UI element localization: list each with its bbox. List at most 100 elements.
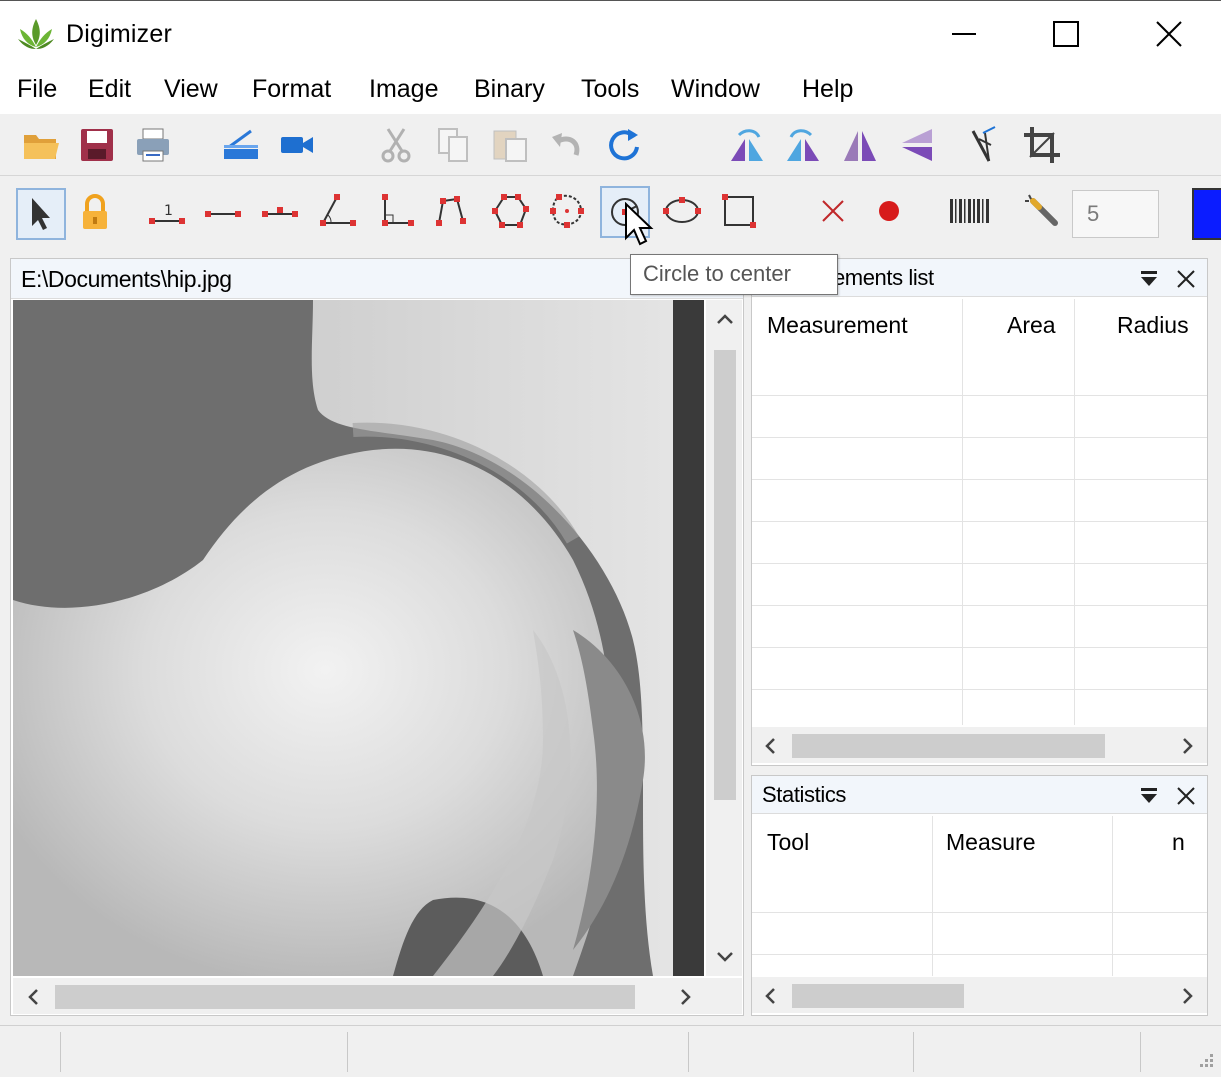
grid-divider — [962, 299, 963, 725]
resize-grip-icon[interactable] — [1196, 1052, 1216, 1072]
scroll-left-arrow-icon[interactable] — [21, 985, 45, 1009]
statistics-horizontal-scrollbar[interactable] — [752, 977, 1207, 1013]
undo-icon[interactable] — [543, 122, 589, 168]
image-window: E:\Documents\hip.jpg — [10, 258, 744, 1016]
line-width-input[interactable]: 5 — [1072, 190, 1159, 238]
status-cell — [913, 1032, 914, 1072]
maximize-icon — [1053, 21, 1079, 47]
menu-window[interactable]: Window — [669, 75, 762, 104]
close-icon — [1156, 21, 1182, 47]
measurements-horizontal-scrollbar[interactable] — [752, 727, 1207, 763]
grid-row-line — [752, 689, 1207, 690]
column-header-measurement[interactable]: Measurement — [767, 312, 908, 339]
horizontal-scroll-thumb[interactable] — [55, 985, 635, 1009]
column-header-area[interactable]: Area — [1007, 312, 1056, 339]
ellipse-icon[interactable] — [659, 188, 705, 234]
menu-help[interactable]: Help — [800, 75, 855, 104]
grid-row-line — [752, 395, 1207, 396]
menu-tools[interactable]: Tools — [579, 75, 641, 104]
panel-menu-dropdown-icon[interactable] — [1135, 782, 1163, 810]
panel-close-icon[interactable] — [1172, 265, 1200, 293]
panel-close-icon[interactable] — [1172, 782, 1200, 810]
scroll-right-arrow-icon[interactable] — [1176, 984, 1200, 1008]
polyline-icon[interactable] — [428, 188, 474, 234]
rotate-right-icon[interactable] — [780, 122, 826, 168]
grid-row-line — [752, 521, 1207, 522]
point-icon[interactable] — [866, 188, 912, 234]
lock-icon[interactable] — [72, 190, 118, 236]
menu-format[interactable]: Format — [250, 75, 333, 104]
multi-segment-line-icon[interactable] — [257, 190, 303, 236]
menu-file[interactable]: File — [15, 75, 59, 104]
grid-row-line — [752, 647, 1207, 648]
save-icon[interactable] — [74, 122, 120, 168]
status-cell — [60, 1032, 61, 1072]
hip-xray-picture — [13, 300, 704, 976]
grid-row-line — [752, 479, 1207, 480]
column-header-tool[interactable]: Tool — [767, 829, 809, 856]
calibrate-icon[interactable] — [962, 122, 1008, 168]
grid-divider — [1112, 816, 1113, 976]
print-icon[interactable] — [130, 122, 176, 168]
closed-curve-icon[interactable] — [544, 188, 590, 234]
grid-row-line — [752, 563, 1207, 564]
right-angle-icon[interactable] — [372, 188, 418, 234]
angle-icon[interactable] — [314, 188, 360, 234]
flip-vertical-icon[interactable] — [893, 122, 939, 168]
close-window-button[interactable] — [1117, 1, 1221, 67]
marker-color-swatch[interactable] — [1192, 188, 1221, 240]
menu-image[interactable]: Image — [367, 75, 440, 104]
polygon-icon[interactable] — [487, 188, 533, 234]
cut-icon[interactable] — [373, 122, 419, 168]
menu-bar: File Edit View Format Image Binary Tools… — [0, 66, 1221, 114]
menu-binary[interactable]: Binary — [472, 75, 547, 104]
status-cell — [1140, 1032, 1141, 1072]
rectangle-icon[interactable] — [716, 188, 762, 234]
horizontal-scroll-thumb[interactable] — [792, 984, 964, 1008]
panel-menu-dropdown-icon[interactable] — [1135, 265, 1163, 293]
scanner-icon[interactable] — [218, 122, 264, 168]
rotate-left-icon[interactable] — [724, 122, 770, 168]
measurement-toolbar: 1 — [0, 180, 1221, 252]
flip-horizontal-icon[interactable] — [837, 122, 883, 168]
grid-divider — [1074, 299, 1075, 725]
column-header-radius[interactable]: Radius — [1117, 312, 1189, 339]
barcode-icon[interactable] — [946, 188, 992, 234]
app-logo-icon — [18, 19, 54, 49]
wand-icon[interactable] — [1020, 188, 1066, 234]
minimize-icon — [952, 33, 976, 35]
delete-marker-icon[interactable] — [810, 188, 856, 234]
copy-icon[interactable] — [430, 122, 476, 168]
column-header-n[interactable]: n — [1172, 829, 1185, 856]
status-bar — [0, 1025, 1221, 1077]
statistics-panel: Statistics Tool Measure n — [751, 775, 1208, 1016]
column-header-measure[interactable]: Measure — [946, 829, 1035, 856]
grid-row-line — [752, 954, 1207, 955]
marker-length-icon[interactable]: 1 — [144, 190, 190, 236]
line-icon[interactable] — [200, 190, 246, 236]
grid-row-line — [752, 605, 1207, 606]
maximize-button[interactable] — [1014, 1, 1118, 67]
image-horizontal-scrollbar[interactable] — [13, 978, 742, 1014]
file-toolbar — [0, 114, 1221, 176]
vertical-scroll-thumb[interactable] — [714, 350, 736, 800]
menu-edit[interactable]: Edit — [86, 75, 133, 104]
minimize-button[interactable] — [912, 1, 1016, 67]
redo-icon[interactable] — [601, 122, 647, 168]
xray-image[interactable] — [13, 300, 704, 976]
open-folder-icon[interactable] — [18, 122, 64, 168]
scroll-right-arrow-icon[interactable] — [674, 985, 698, 1009]
video-camera-icon[interactable] — [274, 122, 320, 168]
title-bar: Digimizer — [0, 0, 1221, 66]
crop-icon[interactable] — [1019, 122, 1065, 168]
image-vertical-scrollbar[interactable] — [706, 300, 742, 976]
select-pointer-icon[interactable] — [16, 188, 66, 240]
scroll-left-arrow-icon[interactable] — [758, 734, 782, 758]
paste-icon[interactable] — [487, 122, 533, 168]
scroll-left-arrow-icon[interactable] — [758, 984, 782, 1008]
scroll-right-arrow-icon[interactable] — [1176, 734, 1200, 758]
menu-view[interactable]: View — [162, 75, 220, 104]
scroll-down-arrow-icon[interactable] — [714, 946, 736, 968]
scroll-up-arrow-icon[interactable] — [714, 308, 736, 330]
horizontal-scroll-thumb[interactable] — [792, 734, 1105, 758]
